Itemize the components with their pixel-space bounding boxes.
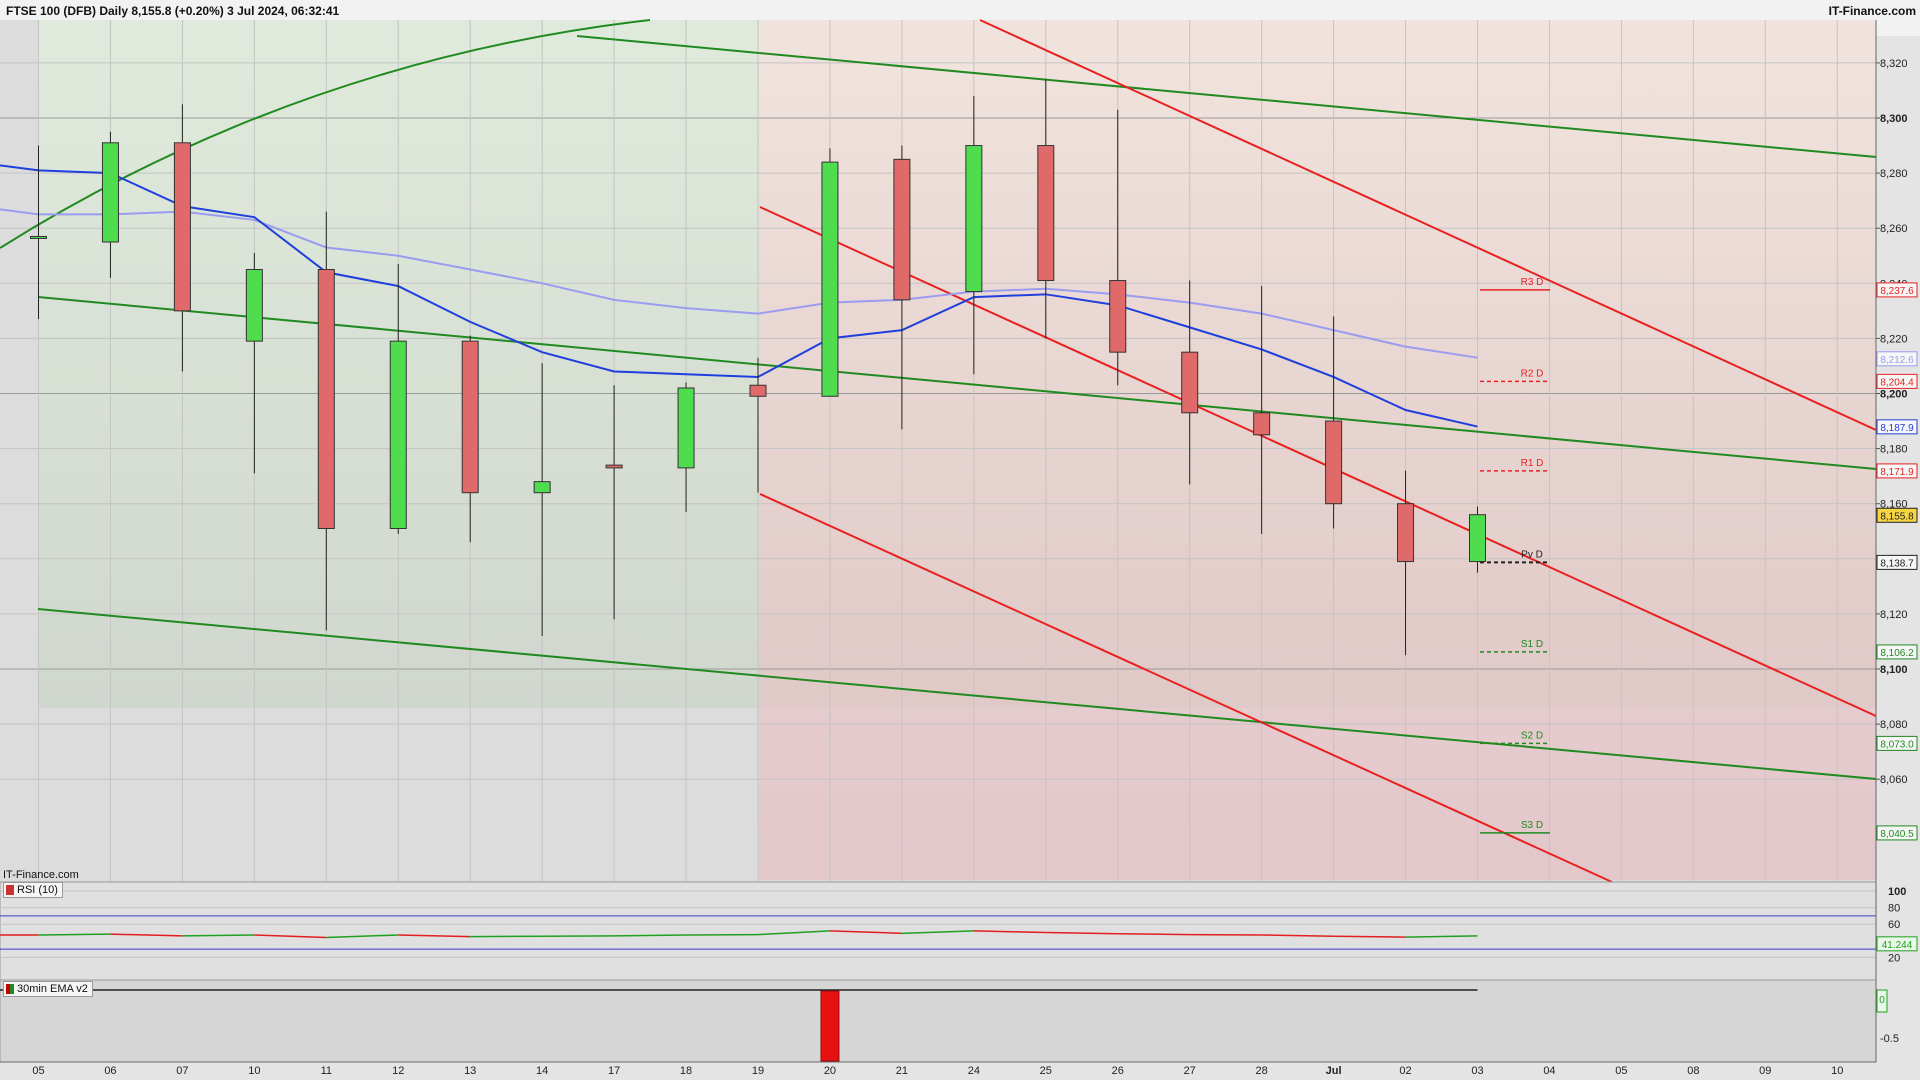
pivot-value-tag: 8,073.0 [1880,739,1914,750]
x-tick-label: 19 [752,1065,764,1077]
x-tick-label: 27 [1184,1065,1196,1077]
x-tick-label: 10 [248,1065,260,1077]
bullish-candle [533,481,551,494]
bearish-candle [1181,351,1199,414]
bearish-candle [893,158,911,301]
pivot-label: R1 D [1521,458,1544,469]
bullish-candle [245,269,263,342]
rsi-panel-label[interactable]: RSI (10) [3,882,63,898]
pivot-value-tag: 8,204.4 [1880,377,1914,388]
x-tick-label: 21 [896,1065,908,1077]
rsi-segment [1333,935,1406,938]
y-tick-label: 8,320 [1880,58,1908,70]
x-tick-label: 02 [1399,1065,1411,1077]
bearish-candle [173,142,191,312]
pivot-value-tag: 8,138.7 [1880,558,1914,569]
rsi-label: RSI (10) [17,884,58,896]
x-tick-label: 12 [392,1065,404,1077]
price-value-tag: 8,212.6 [1880,355,1914,366]
rsi-segment [38,933,111,936]
pivot-label: R2 D [1521,368,1544,379]
price-value-tag: 8,187.9 [1880,423,1914,434]
pivot-value-tag: 8,237.6 [1880,286,1914,297]
x-tick-label: 24 [968,1065,980,1077]
bearish-candle [1037,145,1055,282]
pivot-label: Pv D [1521,549,1543,560]
bearish-candle [461,340,479,494]
rsi-tick-label: 100 [1888,886,1906,898]
price-value-tag: 8,155.8 [1880,511,1914,522]
y-tick-label: 8,200 [1880,389,1908,401]
pivot-value-tag: 8,106.2 [1880,648,1914,659]
bearish-candle [1397,503,1415,563]
x-tick-label: 28 [1256,1065,1268,1077]
pivot-label: S1 D [1521,639,1543,650]
y-tick-label: 8,080 [1880,719,1908,731]
x-tick-label: 05 [32,1065,44,1077]
bullish-candle [101,142,119,243]
rsi-tick-label: 60 [1888,919,1900,931]
ema-panel-label[interactable]: 30min EMA v2 [3,981,93,997]
x-tick-label: 09 [1759,1065,1771,1077]
x-tick-label: 04 [1543,1065,1555,1077]
y-tick-label: 8,280 [1880,168,1908,180]
watermark: IT-Finance.com [3,869,79,881]
ema-panel-tag: 0 [1879,995,1885,1006]
price-chart[interactable]: 8,0608,0808,1008,1208,1408,1608,1808,200… [0,0,1920,1080]
ema-panel-label-text: 30min EMA v2 [17,983,88,995]
x-tick-label: 14 [536,1065,548,1077]
pivot-label: R3 D [1521,277,1544,288]
ema-panel-bg [0,979,1877,1063]
x-tick-label: 06 [104,1065,116,1077]
x-tick-label: 03 [1471,1065,1483,1077]
pivot-label: S3 D [1521,820,1543,831]
x-tick-label: 17 [608,1065,620,1077]
rsi-segment [182,934,255,937]
x-tick-label: 25 [1040,1065,1052,1077]
ema-panel-swatch-icon [6,984,14,994]
y-tick-label: 8,060 [1880,774,1908,786]
rsi-panel-bg [0,881,1877,981]
bullish-candle [677,387,695,469]
bearish-candle [317,269,335,529]
rsi-tick-label: 20 [1888,952,1900,964]
bearish-candle [1253,412,1271,436]
x-tick-label: 26 [1112,1065,1124,1077]
bearish-candle [605,464,623,469]
pivot-value-tag: 8,040.5 [1880,829,1914,840]
pivot-label: S2 D [1521,730,1543,741]
bearish-candle [1325,420,1343,505]
rsi-segment [614,934,687,937]
y-tick-label: 8,300 [1880,113,1908,125]
y-tick-label: 8,120 [1880,609,1908,621]
bearish-candle [749,384,767,397]
x-tick-label: 05 [1615,1065,1627,1077]
x-tick-label: 18 [680,1065,692,1077]
ema-panel-bar [820,990,840,1062]
bullish-candle [1469,514,1486,563]
rsi-segment [1117,932,1190,936]
x-tick-label: 13 [464,1065,476,1077]
bullish-candle [821,161,839,397]
rsi-tick-label: 80 [1888,903,1900,915]
x-tick-label: 08 [1687,1065,1699,1077]
bearish-candle [1109,280,1127,353]
y-tick-label: 8,260 [1880,223,1908,235]
rsi-value-tag: 41.244 [1882,940,1913,951]
x-tick-label: Jul [1326,1065,1342,1077]
bullish-candle [30,235,47,239]
y-tick-label: 8,220 [1880,333,1908,345]
x-tick-label: 07 [176,1065,188,1077]
x-tick-label: 20 [824,1065,836,1077]
x-tick-label: 10 [1831,1065,1843,1077]
red-channel-zone [759,20,1876,880]
y-tick-label: 8,180 [1880,444,1908,456]
y-tick-label: 8,100 [1880,664,1908,676]
rsi-swatch-icon [6,885,14,895]
pivot-value-tag: 8,171.9 [1880,467,1914,478]
bullish-candle [965,145,983,293]
bullish-candle [389,340,407,529]
ema-panel-tick-label: -0.5 [1880,1033,1899,1045]
x-tick-label: 11 [321,1065,332,1077]
